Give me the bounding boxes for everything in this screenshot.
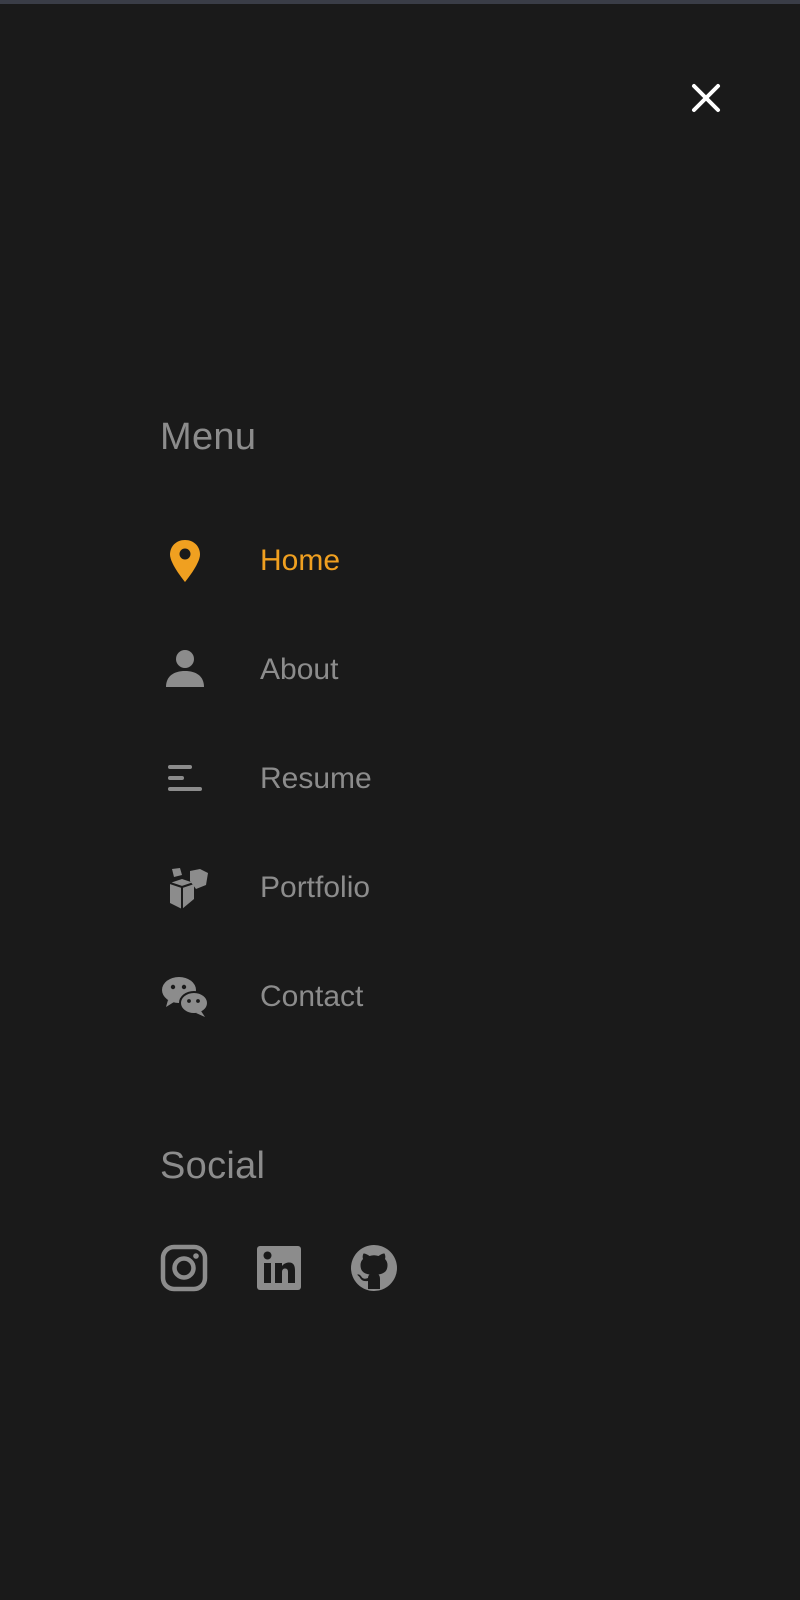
align-left-icon [160, 754, 210, 804]
nav-item-contact[interactable]: Contact [160, 942, 560, 1051]
nav-item-label: About [260, 652, 339, 686]
instagram-link[interactable] [160, 1244, 208, 1292]
nav-item-label: Home [260, 543, 341, 577]
menu-heading: Menu [160, 416, 257, 458]
linkedin-link[interactable] [255, 1244, 303, 1292]
github-link[interactable] [350, 1244, 398, 1292]
nav-item-label: Portfolio [260, 870, 371, 904]
map-pin-icon [160, 536, 210, 586]
close-icon [692, 84, 720, 112]
nav-item-label: Resume [260, 761, 372, 795]
close-button[interactable] [686, 78, 726, 118]
linkedin-icon [257, 1246, 301, 1290]
cubes-icon [160, 863, 210, 913]
nav-item-portfolio[interactable]: Portfolio [160, 833, 560, 942]
top-border [0, 0, 800, 4]
menu-nav: Home About Resume Portfolio Contact [160, 506, 560, 1051]
social-links [160, 1244, 445, 1292]
github-icon [351, 1245, 397, 1291]
instagram-icon [160, 1244, 208, 1292]
nav-item-label: Contact [260, 979, 364, 1013]
nav-item-resume[interactable]: Resume [160, 724, 560, 833]
nav-item-about[interactable]: About [160, 615, 560, 724]
nav-item-home[interactable]: Home [160, 506, 560, 615]
user-icon [160, 645, 210, 695]
social-heading: Social [160, 1145, 266, 1187]
wechat-icon [160, 972, 210, 1022]
